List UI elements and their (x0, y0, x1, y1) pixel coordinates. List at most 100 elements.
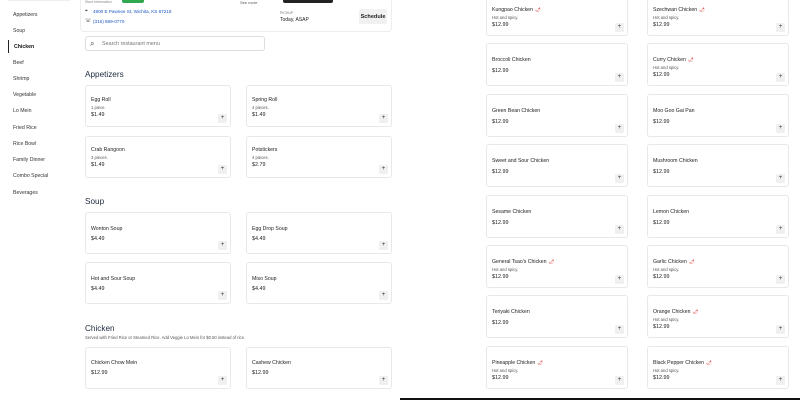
add-to-cart-button[interactable]: + (776, 73, 785, 83)
add-to-cart-button[interactable]: + (218, 291, 227, 300)
add-to-cart-button[interactable]: + (615, 23, 624, 32)
add-to-cart-button[interactable]: + (776, 174, 785, 184)
add-to-cart-button[interactable]: + (615, 73, 624, 83)
menu-item-card[interactable]: Egg Roll 1 piece. $1.49 + (85, 85, 231, 127)
see-more-link[interactable]: See more (240, 0, 257, 5)
sidebar-item-beverages[interactable]: Beverages (8, 186, 70, 199)
sidebar-item-rice-bowl[interactable]: Rice Bowl (8, 137, 70, 150)
menu-item-card[interactable]: Green Bean Chicken $12.99 + (486, 93, 628, 137)
chili-icon: 🌶 (692, 309, 699, 315)
add-to-cart-button[interactable]: + (776, 224, 785, 234)
sidebar-item-combo-special[interactable]: Combo Special (8, 169, 70, 182)
add-to-cart-button[interactable]: + (776, 375, 785, 385)
pickup-label: PICKUP (280, 11, 294, 15)
plus-icon: + (220, 377, 225, 383)
menu-item-card[interactable]: Curry Chicken 🌶 Hot and spicy. $12.99 + (647, 43, 789, 87)
order-mode-toggle[interactable] (283, 0, 333, 3)
menu-item-card[interactable]: Wonton Soup $4.49 + (85, 212, 231, 254)
add-to-cart-button[interactable]: + (615, 174, 624, 184)
menu-item-card[interactable]: Teriyaki Chicken $12.99 + (486, 295, 628, 339)
plus-icon: + (381, 377, 386, 383)
menu-item-card[interactable]: Cashew Chicken $12.99 + (246, 347, 392, 389)
phone-row[interactable]: ☏ (316) 689-0770 (85, 18, 124, 25)
sidebar-item-vegetable[interactable]: Vegetable (8, 88, 70, 101)
add-to-cart-button[interactable]: + (379, 291, 388, 300)
menu-item-card[interactable]: Mushroom Chicken $12.99 + (647, 144, 789, 188)
add-to-cart-button[interactable]: + (379, 165, 388, 174)
menu-item-card[interactable]: Black Pepper Chicken 🌶 Hot and spicy. $12.9… (647, 345, 789, 389)
plus-icon: + (617, 74, 622, 81)
sidebar-item-beef[interactable]: Beef (8, 56, 70, 69)
item-name-text: Black Pepper Chicken (653, 359, 705, 366)
add-to-cart-button[interactable]: + (615, 123, 624, 133)
sidebar-item-chicken[interactable]: Chicken (8, 40, 70, 53)
sidebar-item-shrimp[interactable]: Shrimp (8, 72, 70, 85)
menu-item-card[interactable]: Sweet and Sour Chicken $12.99 + (486, 144, 628, 188)
item-desc: 3 pieces. (91, 155, 108, 160)
item-name: Egg Roll (91, 97, 111, 103)
plus-icon: + (220, 242, 225, 248)
menu-item-card[interactable]: Hot and Sour Soup $4.49 + (85, 262, 231, 304)
sidebar-item-lo-mein[interactable]: Lo Mein (8, 104, 70, 117)
menu-item-card[interactable]: Sesame Chicken $12.99 + (486, 194, 628, 238)
add-to-cart-button[interactable]: + (218, 241, 227, 250)
add-to-cart-button[interactable]: + (379, 241, 388, 250)
menu-item-card[interactable]: Pineapple Chicken 🌶 Hot and spicy. $12.99 + (486, 345, 628, 389)
menu-item-card[interactable]: Orange Chicken 🌶 Hot and spicy. $12.99 + (647, 295, 789, 339)
add-to-cart-button[interactable]: + (218, 114, 227, 123)
menu-item-card[interactable]: Lemon Chicken $12.99 + (647, 194, 789, 238)
add-to-cart-button[interactable]: + (379, 376, 388, 385)
schedule-button[interactable]: Schedule (359, 9, 387, 24)
item-price: $12.99 (653, 22, 670, 28)
add-to-cart-button[interactable]: + (776, 275, 785, 284)
add-to-cart-button[interactable]: + (776, 23, 785, 32)
item-desc: Hot and spicy. (492, 15, 519, 20)
item-desc: 4 pieces. (252, 105, 269, 110)
menu-item-card[interactable]: Chicken Chow Mein $12.99 + (85, 347, 231, 389)
menu-item-card[interactable]: Potstickers 4 pieces. $2.79 + (246, 136, 392, 178)
item-price: $2.79 (252, 162, 266, 168)
phone-link[interactable]: (316) 689-0770 (93, 19, 124, 24)
add-to-cart-button[interactable]: + (615, 325, 624, 335)
plus-icon: + (617, 124, 622, 131)
menu-item-card[interactable]: Moo Goo Gai Pan $12.99 + (647, 93, 789, 137)
add-to-cart-button[interactable]: + (218, 376, 227, 385)
add-to-cart-button[interactable]: + (615, 224, 624, 234)
item-price: $4.49 (91, 236, 105, 242)
menu-item-card[interactable]: Kungpao Chicken 🌶 Hot and spicy. $12.99 + (486, 0, 628, 36)
add-to-cart-button[interactable]: + (776, 123, 785, 133)
search-box[interactable]: ⌕ (85, 36, 265, 51)
menu-item-card[interactable]: Garlic Chicken 🌶 Hot and spicy. $12.99 + (647, 245, 789, 288)
add-to-cart-button[interactable]: + (379, 114, 388, 123)
item-name: Chicken Chow Mein (91, 360, 138, 366)
menu-item-card[interactable]: Crab Rangoon 3 pieces. $1.49 + (85, 136, 231, 178)
item-name: Wonton Soup (91, 226, 123, 232)
menu-item-card[interactable]: Miso Soup $4.49 + (246, 262, 392, 304)
address-row[interactable]: ⌖ 4900 E Pawnee St, Wichita, KS 67218 (85, 8, 171, 15)
add-to-cart-button[interactable]: + (776, 325, 785, 335)
chili-icon: 🌶 (688, 259, 695, 264)
chili-icon: 🌶 (537, 359, 543, 365)
add-to-cart-button[interactable]: + (615, 375, 624, 385)
plus-icon: + (778, 225, 783, 232)
menu-item-card[interactable]: Egg Drop Soup $4.49 + (246, 212, 392, 254)
sidebar-item-fried-rice[interactable]: Fried Rice (8, 121, 70, 134)
add-to-cart-button[interactable]: + (615, 275, 624, 284)
sidebar-item-family-dinner[interactable]: Family Dinner (8, 153, 70, 166)
item-name: Garlic Chicken 🌶 (653, 259, 694, 265)
menu-item-card[interactable]: Szechwan Chicken 🌶 Hot and spicy. $12.99 + (647, 0, 789, 36)
sidebar-item-appetizers[interactable]: Appetizers (8, 8, 70, 21)
add-to-cart-button[interactable]: + (218, 165, 227, 174)
menu-item-card[interactable]: Spring Roll 4 pieces. $1.49 + (246, 85, 392, 127)
item-name-text: Orange Chicken (653, 309, 691, 316)
address-link[interactable]: 4900 E Pawnee St, Wichita, KS 67218 (93, 9, 171, 14)
item-price: $12.99 (492, 374, 509, 381)
item-name-text: Sesame Chicken (492, 208, 532, 215)
menu-item-card[interactable]: General Tsao's Chicken 🌶 Hot and spicy. $12… (486, 245, 628, 288)
sidebar-item-soup[interactable]: Soup (8, 24, 70, 37)
search-input[interactable] (102, 40, 262, 47)
item-desc: Hot and spicy. (653, 15, 680, 20)
item-desc: Hot and spicy. (653, 367, 680, 373)
menu-item-card[interactable]: Broccoli Chicken $12.99 + (486, 43, 628, 87)
chili-icon: 🌶 (706, 359, 712, 365)
